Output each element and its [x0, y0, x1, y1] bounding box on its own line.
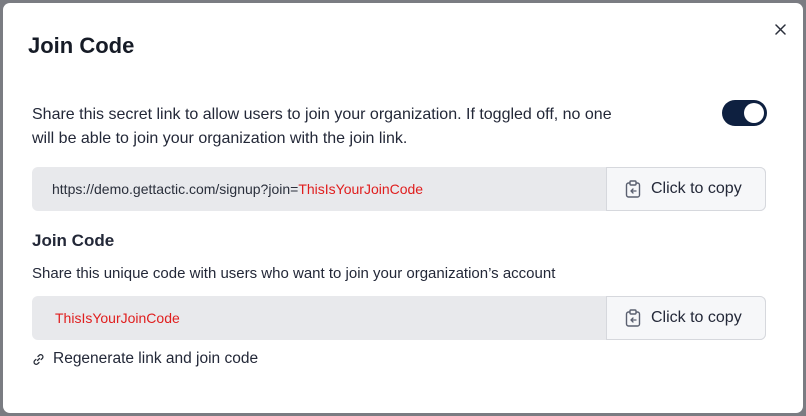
copy-link-button[interactable]: Click to copy — [606, 167, 766, 211]
join-link-url[interactable]: https://demo.gettactic.com/signup?join= T… — [32, 167, 606, 211]
copy-code-button[interactable]: Click to copy — [606, 296, 766, 340]
copy-code-label: Click to copy — [651, 309, 742, 326]
join-code-heading: Join Code — [32, 231, 115, 250]
regenerate-label: Regenerate link and join code — [53, 350, 259, 367]
link-icon — [33, 353, 44, 365]
join-link-description: Share this secret link to allow users to… — [32, 106, 612, 147]
join-link-field: https://demo.gettactic.com/signup?join= T… — [32, 167, 766, 211]
close-button[interactable] — [771, 20, 789, 38]
clipboard-icon — [625, 309, 641, 327]
join-link-url-code: ThisIsYourJoinCode — [298, 181, 424, 197]
join-code-description: Share this unique code with users who wa… — [32, 265, 556, 282]
join-link-url-prefix: https://demo.gettactic.com/signup?join= — [52, 181, 299, 197]
toggle-knob — [744, 103, 764, 123]
close-icon — [774, 23, 786, 35]
modal-title: Join Code — [28, 33, 135, 58]
join-code-value: ThisIsYourJoinCode — [55, 310, 180, 326]
join-code-field: ThisIsYourJoinCode Click to copy — [32, 296, 766, 340]
join-code-modal: Join Code Share this secret link to allo… — [3, 3, 803, 413]
clipboard-icon — [625, 180, 641, 198]
join-code-value-box[interactable]: ThisIsYourJoinCode — [32, 296, 606, 340]
join-link-toggle[interactable] — [722, 100, 767, 126]
copy-link-label: Click to copy — [651, 180, 742, 197]
regenerate-link-button[interactable]: Regenerate link and join code — [32, 350, 258, 368]
